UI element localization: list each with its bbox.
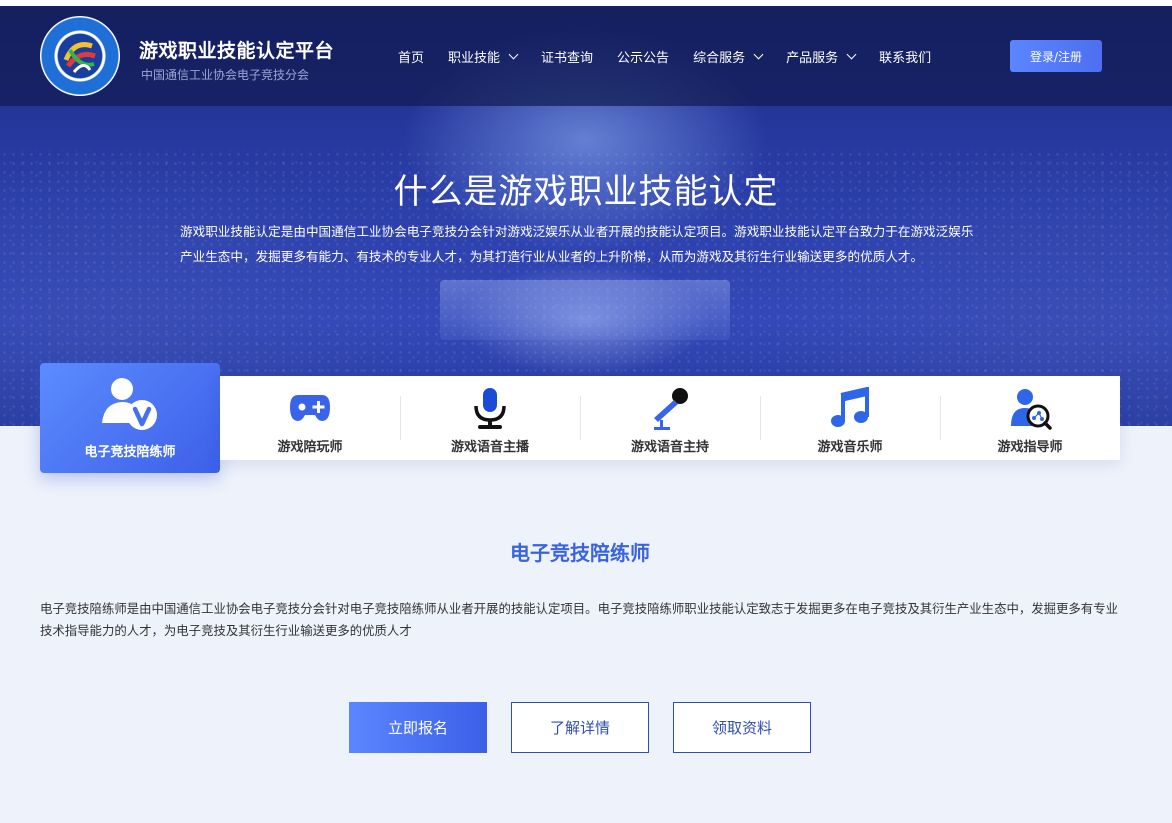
nav-contact[interactable]: 联系我们 (879, 47, 931, 66)
category-tab-game-companion[interactable]: 游戏陪玩师 (220, 376, 400, 460)
get-materials-button[interactable]: 领取资料 (673, 702, 811, 753)
category-label: 游戏指导师 (997, 440, 1063, 455)
category-label: 游戏陪玩师 (277, 440, 343, 455)
detail-description: 电子竞技陪练师是由中国通信工业协会电子竞技分会针对电子竞技陪练师从业者开展的技能… (40, 601, 1118, 638)
nav-announcements-label: 公示公告 (617, 50, 670, 66)
category-label: 游戏音乐师 (817, 440, 883, 455)
chevron-down-icon (846, 49, 857, 59)
learn-more-button[interactable]: 了解详情 (511, 702, 649, 753)
detail-title: 电子竞技陪练师 (510, 541, 650, 565)
nav-skills[interactable]: 职业技能 (448, 47, 519, 66)
nav-products-label: 产品服务 (786, 50, 839, 66)
category-tab-voice-host[interactable]: 游戏语音主持 (580, 376, 760, 460)
main-nav: 首页 职业技能 证书查询 公示公告 综合服务 产品服务 联系我们 (398, 46, 955, 66)
category-label: 游戏语音主播 (450, 440, 529, 455)
nav-services-label: 综合服务 (693, 50, 746, 66)
category-tabs: 游戏陪玩师 游戏语音主播 游戏语音主持 游戏音乐师 游戏指导师 (220, 376, 1120, 460)
hero-description: 游戏职业技能认定是由中国通信工业协会电子竞技分会针对游戏泛娱乐从业者开展的技能认… (180, 224, 974, 264)
category-tab-voice-streamer[interactable]: 游戏语音主播 (400, 376, 580, 460)
microphone-icon (474, 388, 506, 429)
chevron-down-icon (508, 49, 519, 59)
brand-title: 游戏职业技能认定平台 (139, 40, 335, 62)
nav-skills-label: 职业技能 (448, 50, 501, 66)
category-label: 电子竞技陪练师 (84, 445, 176, 460)
login-register-button[interactable]: 登录/注册 (1010, 40, 1102, 72)
nav-home[interactable]: 首页 (398, 47, 424, 66)
signup-button[interactable]: 立即报名 (349, 702, 487, 753)
nav-announcements[interactable]: 公示公告 (617, 47, 669, 66)
coach-user-icon (102, 378, 157, 430)
music-note-icon (831, 387, 869, 427)
chevron-down-icon (753, 49, 764, 59)
association-logo[interactable] (40, 16, 120, 96)
category-tab-esports-coach[interactable]: 电子竞技陪练师 (40, 363, 220, 473)
hand-mic-icon (654, 388, 688, 430)
hero-title: 什么是游戏职业技能认定 (393, 172, 779, 212)
category-tab-game-musician[interactable]: 游戏音乐师 (760, 376, 940, 460)
category-label: 游戏语音主持 (630, 440, 709, 455)
nav-products[interactable]: 产品服务 (786, 47, 857, 66)
user-search-icon (1011, 389, 1052, 430)
navbar: 游戏职业技能认定平台 中国通信工业协会电子竞技分会 首页 职业技能 证书查询 公… (0, 6, 1172, 106)
nav-contact-label: 联系我们 (879, 50, 932, 66)
nav-home-label: 首页 (398, 50, 425, 66)
category-tab-game-instructor[interactable]: 游戏指导师 (940, 376, 1120, 460)
nav-certificate-query[interactable]: 证书查询 (541, 47, 593, 66)
gamepad-icon (290, 395, 330, 421)
brand-subtitle: 中国通信工业协会电子竞技分会 (141, 68, 310, 82)
nav-services[interactable]: 综合服务 (693, 47, 764, 66)
nav-certificate-query-label: 证书查询 (541, 50, 594, 66)
